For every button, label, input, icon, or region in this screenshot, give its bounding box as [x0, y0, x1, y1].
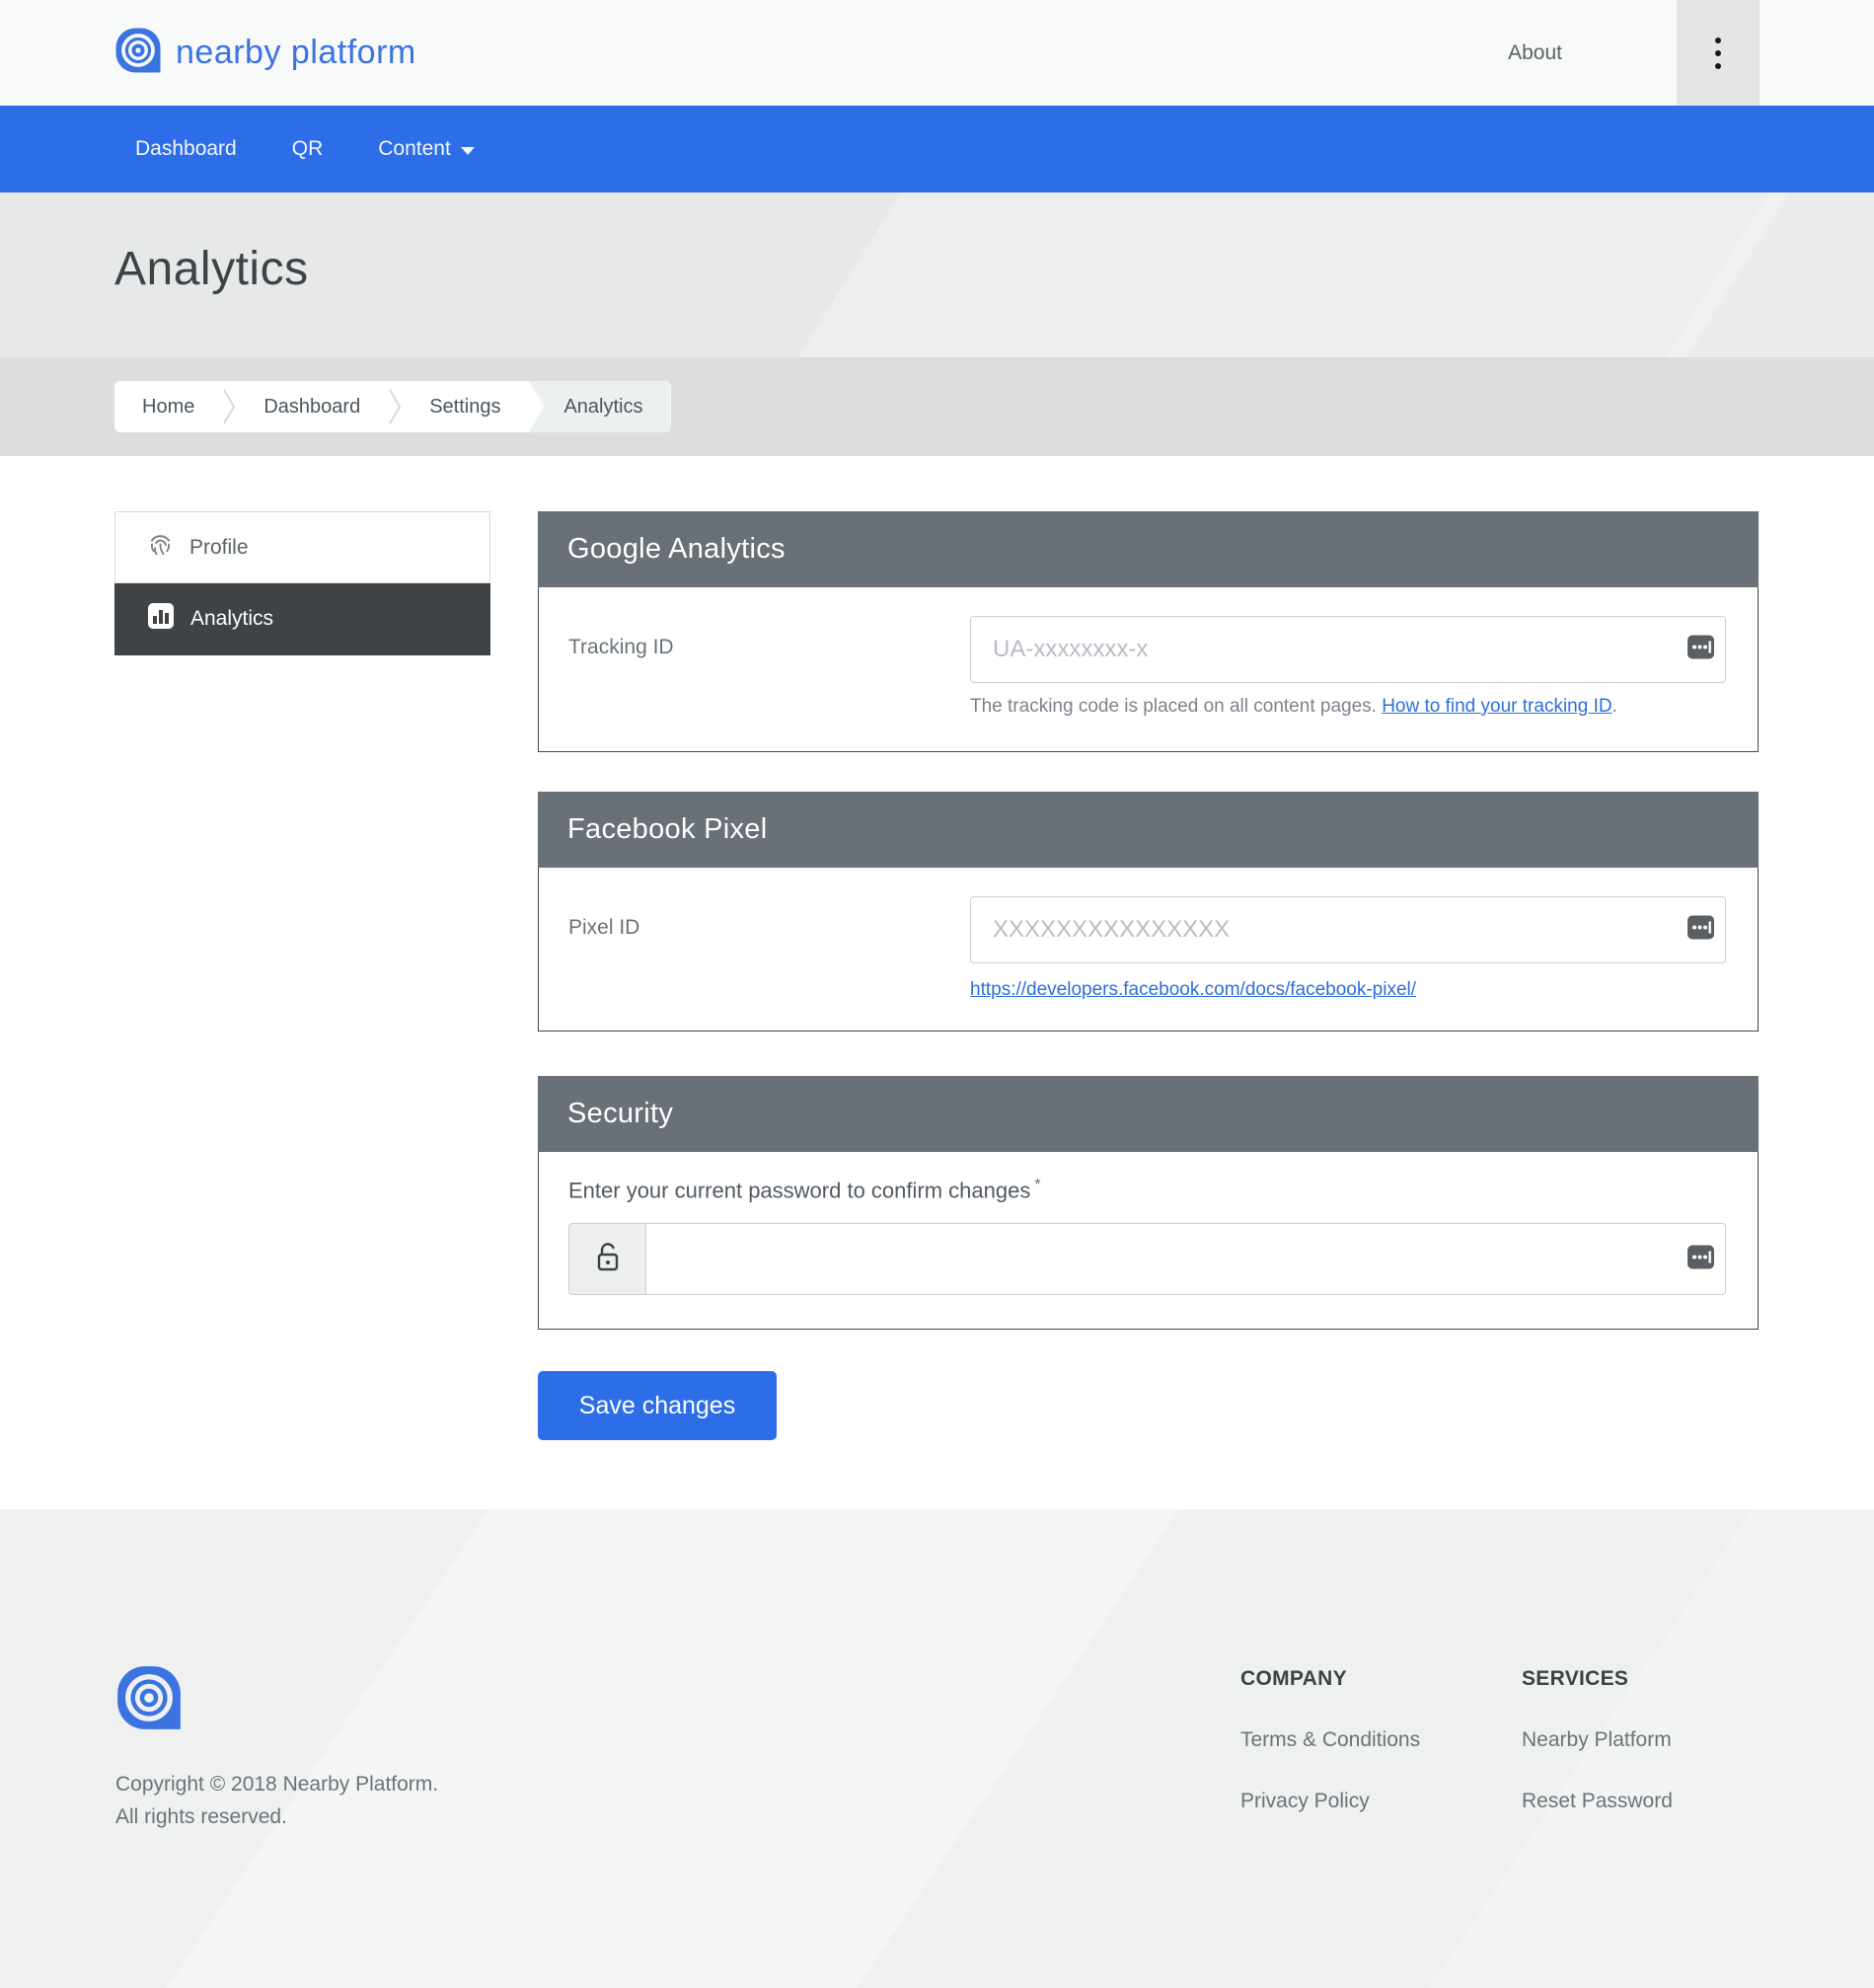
breadcrumb-band: Home Dashboard Settings Analytics — [0, 357, 1874, 456]
footer-column-company: COMPANY Terms & Conditions Privacy Polic… — [1240, 1667, 1420, 1813]
breadcrumb: Home Dashboard Settings Analytics — [114, 381, 671, 432]
footer-column-services: SERVICES Nearby Platform Reset Password — [1522, 1667, 1673, 1813]
page-title-band: Analytics — [0, 192, 1874, 357]
breadcrumb-separator-icon — [222, 381, 236, 432]
about-link[interactable]: About — [1508, 41, 1562, 65]
nav-item-dashboard-label: Dashboard — [135, 137, 237, 160]
copyright-text: Copyright © 2018 Nearby Platform. All ri… — [115, 1768, 438, 1833]
brand-logo-link[interactable]: nearby platform — [114, 27, 416, 79]
autofill-icon[interactable] — [1687, 631, 1714, 669]
security-panel: Security Enter your current password to … — [538, 1076, 1759, 1330]
tracking-id-help-suffix: . — [1612, 696, 1617, 717]
required-asterisk: * — [1034, 1177, 1041, 1193]
footer-services-title: SERVICES — [1522, 1667, 1629, 1690]
chevron-down-icon — [460, 146, 475, 155]
brand-name: nearby platform — [176, 34, 416, 71]
security-panel-header: Security — [538, 1076, 1759, 1152]
footer-link-reset-password[interactable]: Reset Password — [1522, 1790, 1673, 1813]
footer-link-terms[interactable]: Terms & Conditions — [1240, 1728, 1420, 1752]
pixel-id-input[interactable] — [970, 896, 1726, 963]
facebook-pixel-panel-header: Facebook Pixel — [538, 792, 1759, 868]
nav-item-qr-label: QR — [291, 137, 324, 160]
unlock-icon — [595, 1241, 621, 1277]
main-content: Profile Analytics Google Analytics Track… — [0, 456, 1874, 1440]
nav-item-dashboard[interactable]: Dashboard — [135, 137, 237, 161]
breadcrumb-settings[interactable]: Settings — [402, 381, 528, 432]
tracking-id-label: Tracking ID — [568, 636, 674, 658]
nav-item-content-label: Content — [378, 137, 451, 160]
breadcrumb-current-analytics: Analytics — [528, 381, 671, 432]
nav-item-qr[interactable]: QR — [292, 137, 324, 161]
page-footer: Copyright © 2018 Nearby Platform. All ri… — [0, 1509, 1874, 1988]
breadcrumb-separator-icon — [388, 381, 402, 432]
current-password-label-text: Enter your current password to confirm c… — [568, 1178, 1031, 1203]
tracking-id-help-text: The tracking code is placed on all conte… — [970, 696, 1726, 718]
password-addon — [568, 1223, 645, 1296]
kebab-menu-icon — [1715, 37, 1721, 69]
page-title: Analytics — [114, 243, 309, 295]
nav-item-content[interactable]: Content — [378, 137, 475, 161]
breadcrumb-dashboard[interactable]: Dashboard — [236, 381, 388, 432]
tracking-id-input[interactable] — [970, 616, 1726, 683]
copyright-line-2: All rights reserved. — [115, 1805, 287, 1828]
breadcrumb-home[interactable]: Home — [114, 381, 222, 432]
nearby-logo-icon — [114, 27, 162, 79]
security-panel-title: Security — [567, 1098, 674, 1129]
footer-link-privacy[interactable]: Privacy Policy — [1240, 1790, 1420, 1813]
sidebar-item-analytics[interactable]: Analytics — [114, 583, 490, 655]
fingerprint-icon — [147, 531, 174, 564]
save-changes-button[interactable]: Save changes — [538, 1371, 777, 1440]
bar-chart-icon — [147, 602, 175, 636]
facebook-pixel-docs-link[interactable]: https://developers.facebook.com/docs/fac… — [970, 979, 1416, 1001]
sidebar-item-analytics-label: Analytics — [190, 607, 274, 630]
pixel-id-label: Pixel ID — [568, 916, 640, 939]
tracking-id-help-link[interactable]: How to find your tracking ID — [1382, 696, 1612, 717]
sidebar-item-profile[interactable]: Profile — [114, 511, 490, 583]
facebook-pixel-panel-title: Facebook Pixel — [567, 813, 768, 845]
footer-company-title: COMPANY — [1240, 1667, 1347, 1690]
overflow-menu-button[interactable] — [1677, 0, 1760, 106]
current-password-input[interactable] — [645, 1223, 1726, 1296]
google-analytics-panel: Google Analytics Tracking ID UA-xxxxxxxx… — [538, 511, 1759, 752]
facebook-pixel-panel: Facebook Pixel Pixel ID XXXXXXXXXXXXXXX … — [538, 792, 1759, 1032]
top-header: nearby platform About — [0, 0, 1874, 106]
google-analytics-panel-header: Google Analytics — [538, 511, 1759, 587]
autofill-icon[interactable] — [1687, 911, 1714, 950]
footer-link-nearby-platform[interactable]: Nearby Platform — [1522, 1728, 1673, 1752]
sidebar-item-profile-label: Profile — [189, 535, 249, 559]
tracking-id-help-prefix: The tracking code is placed on all conte… — [970, 696, 1383, 717]
google-analytics-panel-title: Google Analytics — [567, 533, 786, 565]
nearby-logo-icon — [115, 1666, 183, 1735]
autofill-icon[interactable] — [1687, 1240, 1714, 1278]
current-password-label: Enter your current password to confirm c… — [568, 1177, 1726, 1203]
settings-sidebar: Profile Analytics — [114, 511, 490, 655]
main-nav: Dashboard QR Content — [0, 106, 1874, 192]
copyright-line-1: Copyright © 2018 Nearby Platform. — [115, 1773, 439, 1796]
settings-panels: Google Analytics Tracking ID UA-xxxxxxxx… — [538, 511, 1759, 1440]
